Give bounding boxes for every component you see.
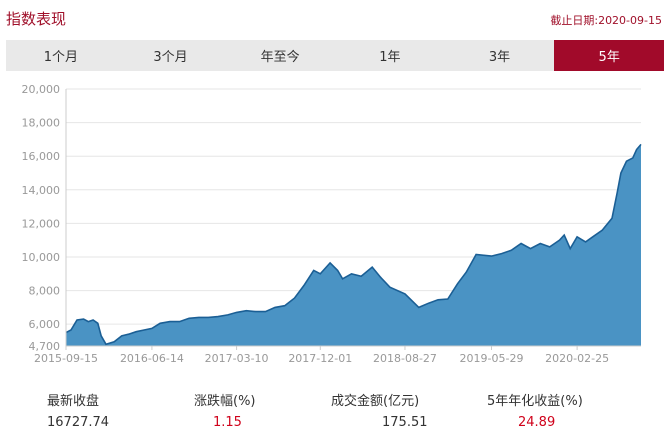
- series-area: [66, 144, 641, 346]
- page-title: 指数表现: [6, 10, 67, 28]
- x-tick-label: 2017-12-01: [288, 352, 352, 365]
- stat-value-annualized: 24.89: [518, 415, 556, 430]
- tab-1-year[interactable]: 1年: [335, 40, 445, 71]
- x-tick-label: 2017-03-10: [205, 352, 269, 365]
- x-tick-label: 2018-08-27: [373, 352, 437, 365]
- stat-value-close: 16727.74: [47, 415, 110, 430]
- x-tick-label: 2020-02-25: [545, 352, 609, 365]
- tab-1-month[interactable]: 1个月: [6, 40, 116, 71]
- y-tick-label: 14,000: [22, 184, 61, 197]
- as-of-date: 截止日期:2020-09-15: [550, 14, 662, 27]
- y-tick-label: 8,000: [29, 285, 61, 298]
- period-tabs: 1个月 3个月 年至今 1年 3年 5年: [6, 40, 665, 71]
- y-tick-label: 18,000: [22, 117, 61, 130]
- y-tick-label: 6,000: [29, 318, 61, 331]
- stat-label-close: 最新收盘: [47, 394, 100, 409]
- stat-label-turnover: 成交金额(亿元): [331, 394, 420, 409]
- stat-value-turnover: 175.51: [382, 415, 428, 430]
- tab-3-years[interactable]: 3年: [445, 40, 555, 71]
- stat-label-annualized: 5年年化收益(%): [487, 394, 583, 409]
- index-chart: 4,7006,0008,00010,00012,00014,00016,0001…: [22, 83, 642, 365]
- stat-value-change: 1.15: [213, 415, 242, 430]
- tab-3-months[interactable]: 3个月: [116, 40, 226, 71]
- x-tick-label: 2019-05-29: [460, 352, 524, 365]
- y-tick-label: 20,000: [22, 83, 61, 96]
- tab-5-years[interactable]: 5年: [554, 40, 665, 71]
- x-tick-label: 2015-09-15: [34, 352, 98, 365]
- y-tick-label: 12,000: [22, 217, 61, 230]
- stats-panel: 最新收盘 涨跌幅(%) 成交金额(亿元) 5年年化收益(%) 16727.74 …: [0, 382, 670, 442]
- tab-ytd[interactable]: 年至今: [225, 40, 335, 71]
- y-tick-label: 16,000: [22, 150, 61, 163]
- stat-label-change: 涨跌幅(%): [194, 394, 256, 409]
- x-tick-label: 2016-06-14: [120, 352, 184, 365]
- y-tick-label: 10,000: [22, 251, 61, 264]
